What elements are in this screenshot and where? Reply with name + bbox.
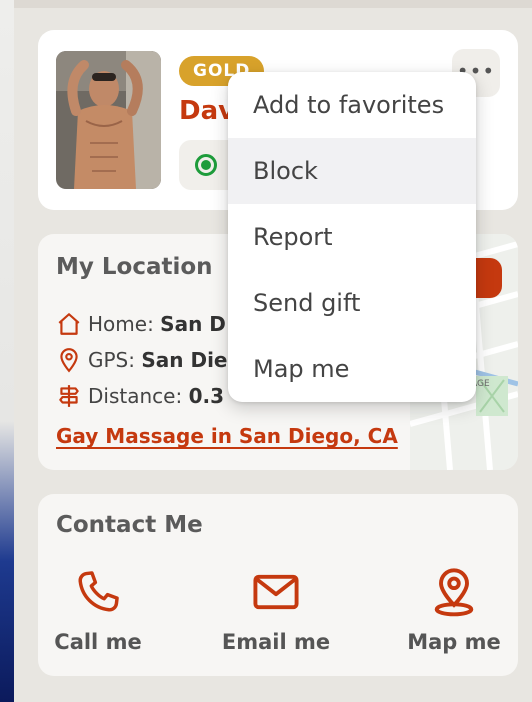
email-label: Email me (221, 630, 331, 654)
menu-item-map-me[interactable]: Map me (228, 336, 476, 402)
distance-row: Distance: 0.3 (56, 382, 224, 410)
call-label: Call me (54, 630, 142, 654)
map-pin-icon (56, 347, 88, 373)
home-label: Home: (88, 312, 154, 336)
menu-item-send-gift[interactable]: Send gift (228, 270, 476, 336)
contact-card: Contact Me Call me Email me Map me (38, 494, 518, 676)
gps-value: San Die (141, 348, 228, 372)
call-button[interactable]: Call me (28, 566, 168, 662)
city-link[interactable]: Gay Massage in San Diego, CA (56, 424, 398, 448)
online-indicator-icon (195, 154, 217, 176)
home-row: Home: San D (56, 310, 226, 338)
background-strip (0, 0, 14, 702)
location-pin-icon (384, 566, 524, 618)
signpost-icon (56, 383, 88, 409)
envelope-icon (206, 566, 346, 618)
menu-item-add-to-favorites[interactable]: Add to favorites (228, 72, 476, 138)
home-value: San D (160, 312, 226, 336)
map-me-label: Map me (407, 630, 501, 654)
previous-card-edge (14, 0, 532, 8)
profile-name: Dav (179, 96, 236, 126)
email-button[interactable]: Email me (206, 566, 346, 662)
phone-icon (28, 566, 168, 618)
gps-row: GPS: San Die (56, 346, 227, 374)
menu-item-report[interactable]: Report (228, 204, 476, 270)
avatar[interactable] (56, 51, 161, 189)
menu-item-block[interactable]: Block (228, 138, 476, 204)
home-icon (56, 311, 88, 337)
distance-value: 0.3 (188, 384, 224, 408)
map-me-button[interactable]: Map me (384, 566, 524, 662)
location-title: My Location (56, 254, 213, 280)
options-menu: Add to favorites Block Report Send gift … (228, 72, 476, 402)
gps-label: GPS: (88, 348, 135, 372)
distance-label: Distance: (88, 384, 183, 408)
contact-title: Contact Me (56, 512, 203, 538)
